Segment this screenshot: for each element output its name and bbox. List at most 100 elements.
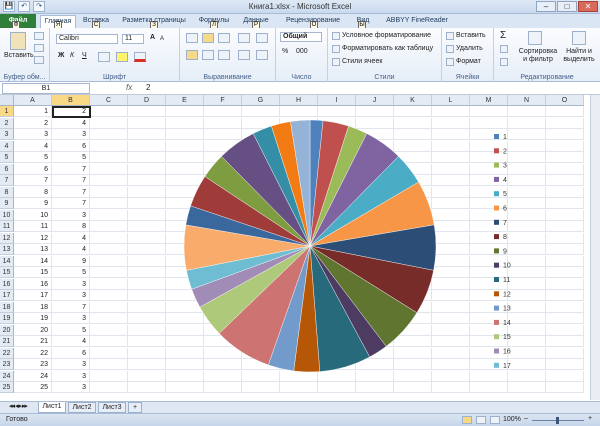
table-cell[interactable] (128, 244, 166, 255)
percent-button[interactable]: % (282, 48, 288, 55)
table-cell[interactable] (166, 106, 204, 117)
table-cell[interactable] (546, 232, 584, 244)
table-cell[interactable]: 13 (14, 244, 52, 255)
table-cell[interactable] (546, 324, 584, 336)
font-size-combo[interactable]: 11 (122, 34, 144, 44)
row-header[interactable]: 14 (0, 255, 14, 267)
table-cell[interactable]: 15 (14, 267, 52, 278)
table-cell[interactable]: 4 (14, 140, 52, 152)
row-header[interactable]: 1 (0, 106, 14, 117)
table-cell[interactable] (128, 324, 166, 336)
table-cell[interactable] (546, 370, 584, 382)
table-cell[interactable]: 5 (52, 267, 90, 278)
close-button[interactable]: ✕ (578, 1, 598, 12)
table-cell[interactable]: 6 (52, 347, 90, 359)
table-cell[interactable]: 4 (52, 336, 90, 347)
table-cell[interactable] (128, 267, 166, 278)
table-cell[interactable] (90, 186, 128, 198)
table-cell[interactable]: 3 (52, 129, 90, 140)
insert-cells-button[interactable]: Вставить (456, 32, 486, 39)
table-cell[interactable] (546, 117, 584, 129)
indent-icon[interactable] (238, 50, 250, 60)
table-cell[interactable] (128, 163, 166, 175)
column-header-a[interactable]: A (14, 95, 52, 106)
table-cell[interactable] (508, 106, 546, 117)
align-middle-icon[interactable] (202, 33, 214, 43)
name-box[interactable]: B1 (2, 83, 90, 94)
column-header-d[interactable]: D (128, 95, 166, 106)
formula-input[interactable]: 2 (146, 83, 150, 92)
delete-cells-button[interactable]: Удалить (456, 45, 483, 52)
shrink-font-button[interactable]: A (160, 36, 164, 42)
table-cell[interactable] (546, 336, 584, 347)
table-cell[interactable] (128, 140, 166, 152)
column-header-k[interactable]: K (394, 95, 432, 106)
column-header-g[interactable]: G (242, 95, 280, 106)
font-color-icon[interactable] (134, 52, 146, 62)
table-cell[interactable] (90, 175, 128, 186)
row-header[interactable]: 25 (0, 382, 14, 393)
table-cell[interactable] (128, 106, 166, 117)
sort-filter-button[interactable]: Сортировка и фильтр (518, 48, 558, 64)
table-cell[interactable]: 1 (14, 106, 52, 117)
clear-icon[interactable] (500, 58, 508, 66)
autosum-button[interactable]: Σ (500, 30, 506, 41)
table-cell[interactable]: 7 (52, 186, 90, 198)
table-cell[interactable]: 6 (14, 163, 52, 175)
column-header-m[interactable]: M (470, 95, 508, 106)
table-cell[interactable] (204, 106, 242, 117)
table-cell[interactable]: 9 (52, 255, 90, 267)
column-header-i[interactable]: I (318, 95, 356, 106)
table-cell[interactable]: 3 (52, 278, 90, 290)
column-header-h[interactable]: H (280, 95, 318, 106)
row-header[interactable]: 11 (0, 221, 14, 232)
zoom-out-button[interactable]: – (524, 415, 528, 422)
thousands-button[interactable]: 000 (296, 48, 308, 55)
minimize-button[interactable]: – (536, 1, 556, 12)
grow-font-button[interactable]: A (150, 34, 155, 41)
paste-label[interactable]: Вставить (4, 52, 34, 59)
table-cell[interactable] (546, 382, 584, 393)
table-cell[interactable] (90, 370, 128, 382)
table-cell[interactable] (128, 209, 166, 221)
table-cell[interactable]: 3 (52, 290, 90, 301)
italic-button[interactable]: К (70, 52, 74, 59)
table-cell[interactable] (90, 359, 128, 370)
table-cell[interactable] (432, 106, 470, 117)
align-right-icon[interactable] (218, 50, 230, 60)
table-cell[interactable]: 2 (14, 117, 52, 129)
table-cell[interactable] (318, 106, 356, 117)
table-cell[interactable]: 7 (52, 163, 90, 175)
table-cell[interactable]: 5 (14, 152, 52, 163)
align-bottom-icon[interactable] (218, 33, 230, 43)
table-cell[interactable] (546, 278, 584, 290)
table-cell[interactable]: 4 (52, 117, 90, 129)
table-cell[interactable] (546, 221, 584, 232)
find-select-button[interactable]: Найти и выделить (560, 48, 598, 64)
column-header-j[interactable]: J (356, 95, 394, 106)
table-cell[interactable]: 12 (14, 232, 52, 244)
table-cell[interactable] (546, 106, 584, 117)
row-header[interactable]: 24 (0, 370, 14, 382)
table-cell[interactable] (128, 347, 166, 359)
table-cell[interactable]: 3 (52, 313, 90, 324)
table-cell[interactable]: 3 (52, 370, 90, 382)
table-cell[interactable] (128, 278, 166, 290)
table-cell[interactable] (128, 336, 166, 347)
table-cell[interactable] (546, 140, 584, 152)
table-cell[interactable]: 4 (52, 244, 90, 255)
table-cell[interactable] (90, 255, 128, 267)
table-cell[interactable] (546, 347, 584, 359)
zoom-level[interactable]: 100% (503, 416, 521, 423)
table-cell[interactable]: 7 (52, 301, 90, 313)
maximize-button[interactable]: □ (557, 1, 577, 12)
format-as-table-button[interactable]: Форматировать как таблицу (342, 45, 433, 52)
font-name-combo[interactable]: Calibri (56, 34, 118, 44)
table-cell[interactable] (90, 129, 128, 140)
table-cell[interactable] (128, 117, 166, 129)
table-cell[interactable]: 18 (14, 301, 52, 313)
table-cell[interactable] (546, 163, 584, 175)
vertical-scrollbar[interactable] (590, 95, 600, 400)
table-cell[interactable] (90, 221, 128, 232)
table-cell[interactable] (90, 163, 128, 175)
